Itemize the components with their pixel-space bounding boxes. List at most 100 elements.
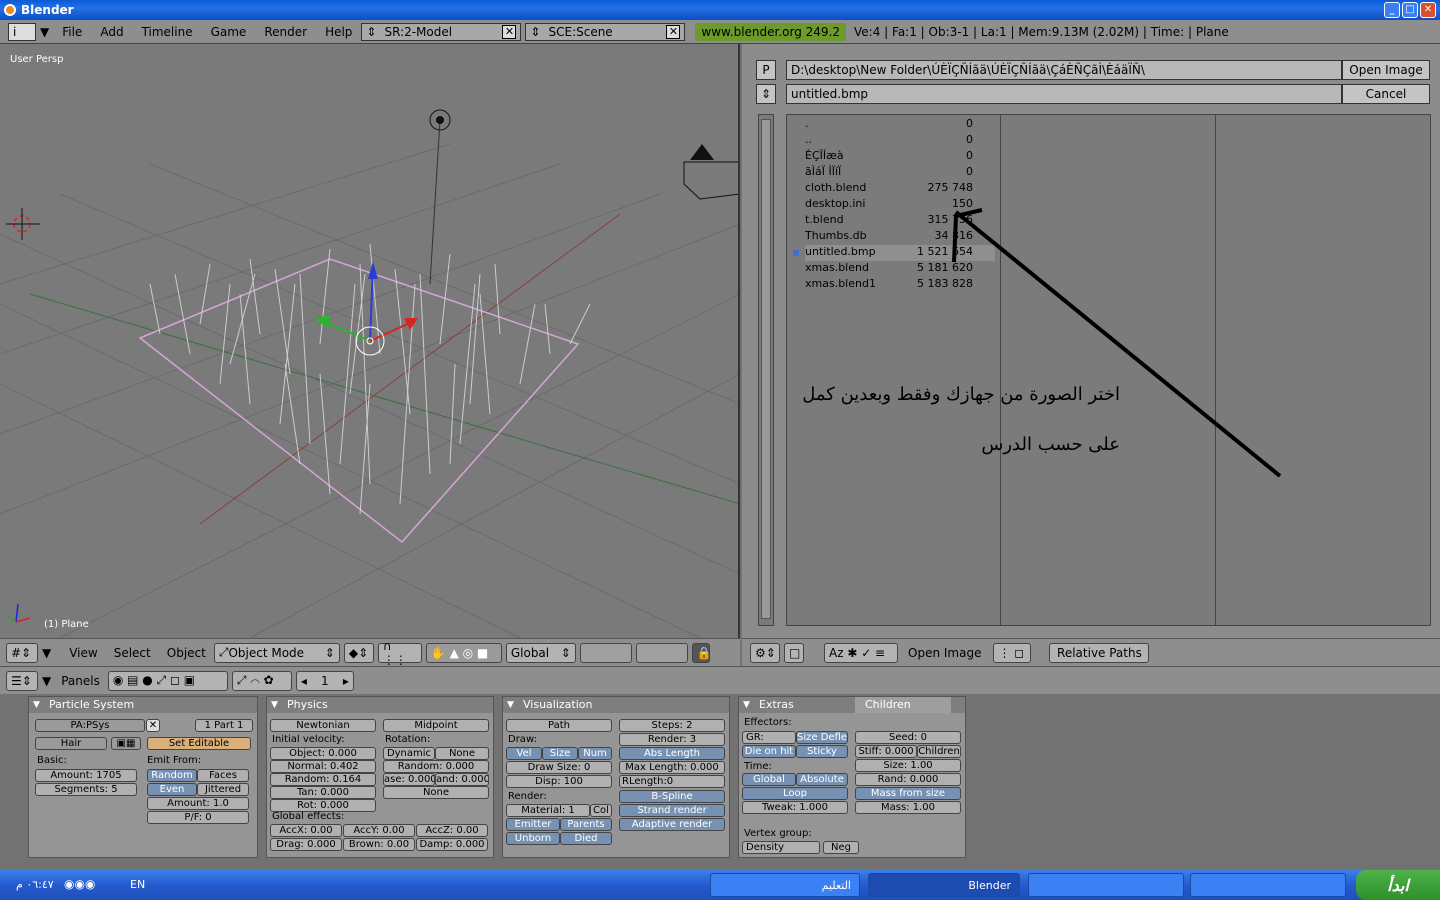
type-select[interactable]: Hair <box>35 737 107 750</box>
random-toggle[interactable]: Random <box>147 769 197 782</box>
children-toggle[interactable]: Children <box>917 745 961 758</box>
abs-length-toggle[interactable]: Abs Length <box>619 747 725 760</box>
tweak-field[interactable]: Tweak: 1.000 <box>742 801 848 814</box>
editor-type-icon[interactable]: #⇕ <box>6 642 38 663</box>
file-row[interactable]: t.blend 315 756 <box>805 213 995 229</box>
tan-field[interactable]: Tan: 0.000 <box>270 786 376 799</box>
taskbar-item-blender[interactable]: Blender <box>868 873 1020 897</box>
parent-dir-button[interactable]: P <box>756 60 776 80</box>
vis-type-select[interactable]: Path <box>506 719 612 732</box>
scene-delete-icon[interactable]: ✕ <box>666 24 681 39</box>
render-steps-field[interactable]: Render: 3 <box>619 733 725 746</box>
accx-field[interactable]: AccX: 0.00 <box>270 824 342 837</box>
menu-game[interactable]: Game <box>202 25 256 39</box>
physics-type-select[interactable]: Newtonian <box>270 719 376 732</box>
3d-viewport[interactable]: User Persp (1) Plane <box>0 44 740 638</box>
children-tab[interactable]: Children <box>855 697 951 713</box>
emitter-toggle[interactable]: Emitter <box>506 818 560 831</box>
vel-toggle[interactable]: Vel <box>506 747 542 760</box>
info-icon[interactable]: i <box>8 22 36 41</box>
collapse-header-icon[interactable]: ▼ <box>42 646 51 660</box>
brown-field[interactable]: Brown: 0.00 <box>343 838 415 851</box>
normal-velocity-field[interactable]: Normal: 0.402 <box>270 760 376 773</box>
menu-help[interactable]: Help <box>316 25 361 39</box>
snap-toggle[interactable]: ∩ ⋮⋮ <box>377 639 422 667</box>
physics-subcontext-buttons[interactable]: ⤢ ⌒ ✿ <box>231 670 292 691</box>
emit-amount-field[interactable]: Amount: 1.0 <box>147 797 249 810</box>
die-on-hit-toggle[interactable]: Die on hit <box>742 745 796 758</box>
group-field[interactable]: GR: <box>742 731 796 744</box>
mass-from-size-toggle[interactable]: Mass from size <box>855 787 961 800</box>
file-row[interactable]: xmas.blend 5 181 620 <box>805 261 995 277</box>
died-toggle[interactable]: Died <box>560 832 612 845</box>
manipulator-group[interactable]: ✋ ▲ ◎ ■ <box>425 642 502 663</box>
strand-render-toggle[interactable]: Strand render <box>619 804 725 817</box>
psys-icons[interactable]: ▣▦ <box>111 737 141 750</box>
file-row[interactable]: ÈÇÏÍæà 0 <box>805 149 995 165</box>
psys-delete-icon[interactable]: ✕ <box>146 719 160 732</box>
menu-view[interactable]: View <box>61 646 105 660</box>
accy-field[interactable]: AccY: 0.00 <box>343 824 415 837</box>
extras-tab[interactable]: Extras Children <box>739 697 965 713</box>
collapse-menu-icon[interactable]: ▼ <box>40 25 49 39</box>
start-button[interactable]: ابدأ <box>1356 870 1440 900</box>
psys-name-field[interactable]: PA:PSys <box>35 719 145 732</box>
faces-select[interactable]: Faces <box>197 769 249 782</box>
adaptive-render-toggle[interactable]: Adaptive render <box>619 818 725 831</box>
col-toggle[interactable]: Col <box>590 804 612 817</box>
file-row[interactable]: desktop.ini 150 <box>805 197 995 213</box>
size-deflect-toggle[interactable]: Size Defle <box>796 731 848 744</box>
buttons-editor-type-icon[interactable]: ☰⇕ <box>6 670 38 691</box>
minimize-button[interactable]: _ <box>1384 2 1400 18</box>
taskbar-item-3[interactable] <box>1028 873 1184 897</box>
blender-link[interactable]: www.blender.org 249.2 <box>695 22 847 41</box>
parents-toggle[interactable]: Parents <box>560 818 612 831</box>
phase-field[interactable]: ase: 0.000 <box>383 773 435 786</box>
loop-toggle[interactable]: Loop <box>742 787 848 800</box>
scene-selector[interactable]: ⇕ SCE:Scene ✕ <box>525 22 686 41</box>
rlength-field[interactable]: RLength:0 <box>619 775 725 788</box>
menu-add[interactable]: Add <box>91 25 132 39</box>
disp-field[interactable]: Disp: 100 <box>506 775 612 788</box>
sticky-toggle[interactable]: Sticky <box>796 745 848 758</box>
file-row[interactable]: xmas.blend1 5 183 828 <box>805 277 995 293</box>
file-row[interactable]: cloth.blend 275 748 <box>805 181 995 197</box>
angular-select[interactable]: None <box>383 786 489 799</box>
tray-icons[interactable]: ◉◉◉ <box>64 877 95 891</box>
damp-field[interactable]: Damp: 0.000 <box>416 838 488 851</box>
taskbar-item-learning[interactable]: التعليم <box>710 873 860 897</box>
lock-icon[interactable]: 🔒 <box>691 642 712 663</box>
object-velocity-field[interactable]: Object: 0.000 <box>270 747 376 760</box>
random-velocity-field[interactable]: Random: 0.164 <box>270 773 376 786</box>
screen-selector[interactable]: ⇕ SR:2-Model ✕ <box>361 22 522 41</box>
dynamic-toggle[interactable]: Dynamic <box>383 747 435 760</box>
file-row[interactable]: untitled.bmp 1 521 654 <box>793 245 995 261</box>
draw-type-select[interactable]: ◆⇕ <box>343 642 374 663</box>
fullscreen-icon[interactable]: □ <box>784 642 804 663</box>
stiffness-field[interactable]: Stiff: 0.000 <box>855 745 917 758</box>
mode-select[interactable]: ⤢ Object Mode ⇕ <box>213 642 340 663</box>
menu-select[interactable]: Select <box>106 646 159 660</box>
file-scrollbar[interactable] <box>758 114 774 626</box>
seed-field[interactable]: Seed: 0 <box>855 731 961 744</box>
menu-object[interactable]: Object <box>159 646 214 660</box>
file-list[interactable]: . 0.. 0 ÈÇÏÍæà 0 ãÌáÏ ÌÏíÏ 0 cloth.blend 275 748… <box>786 114 1431 626</box>
part-select[interactable]: 1 Part 1 <box>195 719 253 732</box>
directory-field[interactable]: D:\desktop\New Folder\ÚÈÏÇÑÍãä\ÚÈÏÇÑÍãä\… <box>786 60 1342 80</box>
file-editor-type-icon[interactable]: ⚙⇕ <box>750 642 780 663</box>
material-field[interactable]: Material: 1 <box>506 804 590 817</box>
maximize-button[interactable]: □ <box>1402 2 1418 18</box>
jittered-select[interactable]: Jittered <box>197 783 249 796</box>
layer-buttons-2[interactable] <box>635 642 688 663</box>
unborn-toggle[interactable]: Unborn <box>506 832 560 845</box>
amount-field[interactable]: Amount: 1705 <box>35 769 137 782</box>
screen-delete-icon[interactable]: ✕ <box>502 24 517 39</box>
filename-field[interactable]: untitled.bmp <box>786 84 1342 104</box>
menu-render[interactable]: Render <box>255 25 316 39</box>
rand-size-field[interactable]: Rand: 0.000 <box>855 773 961 786</box>
taskbar-item-4[interactable] <box>1190 873 1346 897</box>
language-indicator[interactable]: EN <box>130 878 145 891</box>
steps-field[interactable]: Steps: 2 <box>619 719 725 732</box>
bspline-toggle[interactable]: B-Spline <box>619 790 725 803</box>
accz-field[interactable]: AccZ: 0.00 <box>416 824 488 837</box>
